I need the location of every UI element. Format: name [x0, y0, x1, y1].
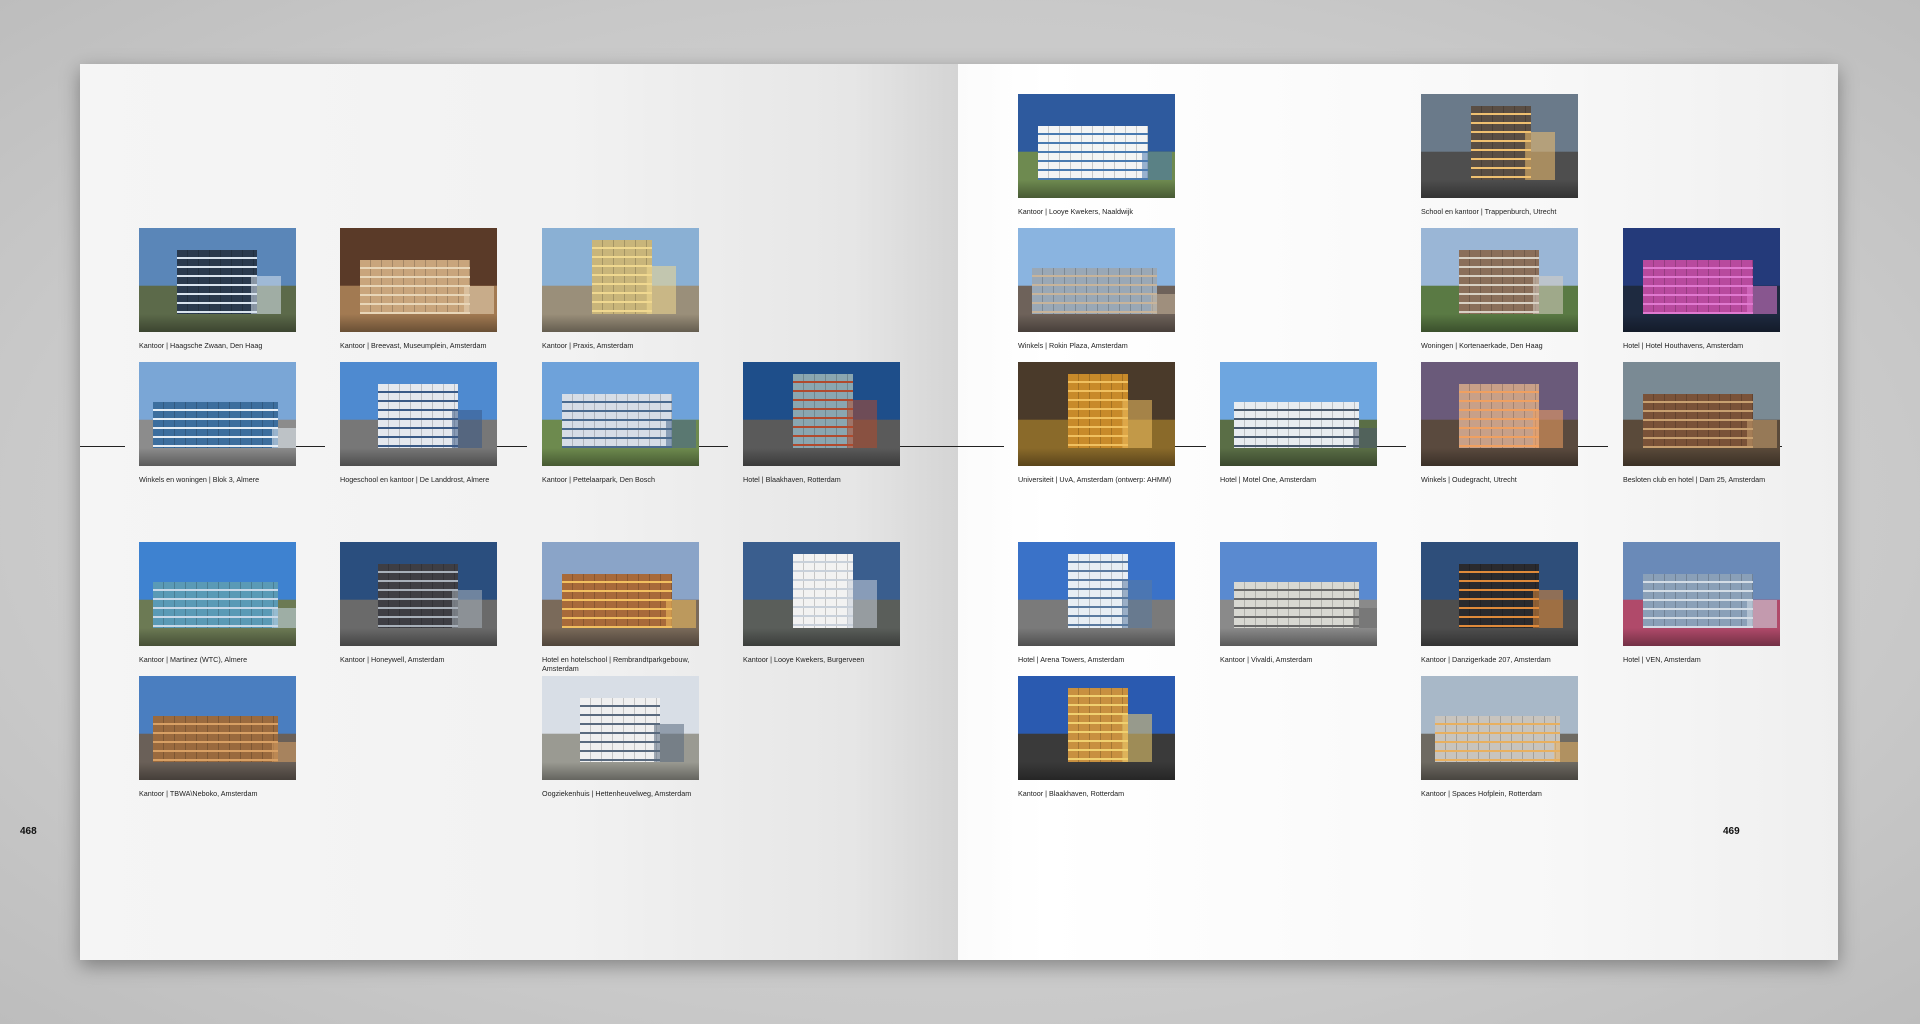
building-photo — [1018, 676, 1175, 780]
project-item: Winkels en woningen | Blok 3, Almere — [139, 362, 296, 485]
project-caption: Hogeschool en kantoor | De Landdrost, Al… — [340, 475, 490, 484]
project-item: Universiteit | UvA, Amsterdam (ontwerp: … — [1018, 362, 1175, 485]
building-photo — [542, 542, 699, 646]
project-caption: Besloten club en hotel | Dam 25, Amsterd… — [1623, 475, 1766, 484]
project-item: Besloten club en hotel | Dam 25, Amsterd… — [1623, 362, 1780, 485]
project-item: Kantoor | Praxis, Amsterdam — [542, 228, 699, 351]
building-photo — [1623, 542, 1780, 646]
project-item: Kantoor | Honeywell, Amsterdam — [340, 542, 497, 665]
building-photo — [1623, 362, 1780, 466]
project-caption: Kantoor | Vivaldi, Amsterdam — [1220, 655, 1313, 664]
building-photo — [743, 362, 900, 466]
project-item: Kantoor | Looye Kwekers, Burgerveen — [743, 542, 900, 665]
project-caption: School en kantoor | Trappenburch, Utrech… — [1421, 207, 1557, 216]
building-photo — [1220, 362, 1377, 466]
building-photo — [1421, 542, 1578, 646]
building-photo — [1220, 542, 1377, 646]
building-photo — [1421, 94, 1578, 198]
building-photo — [743, 542, 900, 646]
left-page — [80, 64, 958, 960]
project-item: Kantoor | Haagsche Zwaan, Den Haag — [139, 228, 296, 351]
project-caption: Oogziekenhuis | Hettenheuvelweg, Amsterd… — [542, 789, 692, 798]
page-number-left: 468 — [20, 826, 37, 837]
project-caption: Kantoor | Pettelaarpark, Den Bosch — [542, 475, 655, 484]
page-number-right: 469 — [1723, 826, 1740, 837]
project-item: Woningen | Kortenaerkade, Den Haag — [1421, 228, 1578, 351]
project-item: Hotel en hotelschool | Rembrandtparkgebo… — [542, 542, 699, 673]
project-caption: Kantoor | Looye Kwekers, Burgerveen — [743, 655, 865, 664]
project-caption: Winkels | Rokin Plaza, Amsterdam — [1018, 341, 1128, 350]
project-item: Kantoor | Martinez (WTC), Almere — [139, 542, 296, 665]
project-caption: Hotel | Blaakhaven, Rotterdam — [743, 475, 841, 484]
project-item: Kantoor | Blaakhaven, Rotterdam — [1018, 676, 1175, 799]
building-photo — [139, 228, 296, 332]
project-caption: Hotel | VEN, Amsterdam — [1623, 655, 1701, 664]
building-photo — [1018, 362, 1175, 466]
project-caption: Kantoor | Praxis, Amsterdam — [542, 341, 634, 350]
project-caption: Kantoor | Honeywell, Amsterdam — [340, 655, 445, 664]
building-photo — [340, 362, 497, 466]
project-item: Hotel | Motel One, Amsterdam — [1220, 362, 1377, 485]
building-photo — [542, 362, 699, 466]
building-photo — [139, 362, 296, 466]
building-photo — [1421, 676, 1578, 780]
project-item: Winkels | Oudegracht, Utrecht — [1421, 362, 1578, 485]
project-caption: Kantoor | Looye Kwekers, Naaldwijk — [1018, 207, 1133, 216]
project-item: Kantoor | Looye Kwekers, Naaldwijk — [1018, 94, 1175, 217]
project-item: Hotel | Hotel Houthavens, Amsterdam — [1623, 228, 1780, 351]
project-caption: Hotel | Arena Towers, Amsterdam — [1018, 655, 1125, 664]
project-caption: Kantoor | Blaakhaven, Rotterdam — [1018, 789, 1125, 798]
project-caption: Hotel | Hotel Houthavens, Amsterdam — [1623, 341, 1744, 350]
building-photo — [1421, 362, 1578, 466]
project-item: Hogeschool en kantoor | De Landdrost, Al… — [340, 362, 497, 485]
project-item: Hotel | Arena Towers, Amsterdam — [1018, 542, 1175, 665]
project-item: Hotel | Blaakhaven, Rotterdam — [743, 362, 900, 485]
project-caption: Winkels en woningen | Blok 3, Almere — [139, 475, 260, 484]
building-photo — [1018, 228, 1175, 332]
project-item: Kantoor | Breevast, Museumplein, Amsterd… — [340, 228, 497, 351]
project-item: Kantoor | TBWA\Neboko, Amsterdam — [139, 676, 296, 799]
project-caption: Hotel | Motel One, Amsterdam — [1220, 475, 1317, 484]
project-item: Winkels | Rokin Plaza, Amsterdam — [1018, 228, 1175, 351]
building-photo — [139, 542, 296, 646]
project-item: Kantoor | Spaces Hofplein, Rotterdam — [1421, 676, 1578, 799]
project-caption: Woningen | Kortenaerkade, Den Haag — [1421, 341, 1543, 350]
building-photo — [340, 542, 497, 646]
project-caption: Universiteit | UvA, Amsterdam (ontwerp: … — [1018, 475, 1172, 484]
project-caption: Kantoor | TBWA\Neboko, Amsterdam — [139, 789, 258, 798]
building-photo — [139, 676, 296, 780]
project-item: Kantoor | Vivaldi, Amsterdam — [1220, 542, 1377, 665]
building-photo — [542, 228, 699, 332]
project-item: Oogziekenhuis | Hettenheuvelweg, Amsterd… — [542, 676, 699, 799]
project-item: Kantoor | Pettelaarpark, Den Bosch — [542, 362, 699, 485]
project-caption: Kantoor | Martinez (WTC), Almere — [139, 655, 248, 664]
project-caption: Kantoor | Danzigerkade 207, Amsterdam — [1421, 655, 1551, 664]
project-item: Hotel | VEN, Amsterdam — [1623, 542, 1780, 665]
project-caption: Kantoor | Spaces Hofplein, Rotterdam — [1421, 789, 1542, 798]
project-item: School en kantoor | Trappenburch, Utrech… — [1421, 94, 1578, 217]
building-photo — [542, 676, 699, 780]
building-photo — [340, 228, 497, 332]
building-photo — [1018, 94, 1175, 198]
project-caption: Kantoor | Breevast, Museumplein, Amsterd… — [340, 341, 487, 350]
project-item: Kantoor | Danzigerkade 207, Amsterdam — [1421, 542, 1578, 665]
timeline-line — [80, 446, 125, 447]
project-caption: Hotel en hotelschool | Rembrandtparkgebo… — [542, 655, 690, 673]
building-photo — [1623, 228, 1780, 332]
project-caption: Winkels | Oudegracht, Utrecht — [1421, 475, 1517, 484]
building-photo — [1018, 542, 1175, 646]
project-caption: Kantoor | Haagsche Zwaan, Den Haag — [139, 341, 263, 350]
building-photo — [1421, 228, 1578, 332]
